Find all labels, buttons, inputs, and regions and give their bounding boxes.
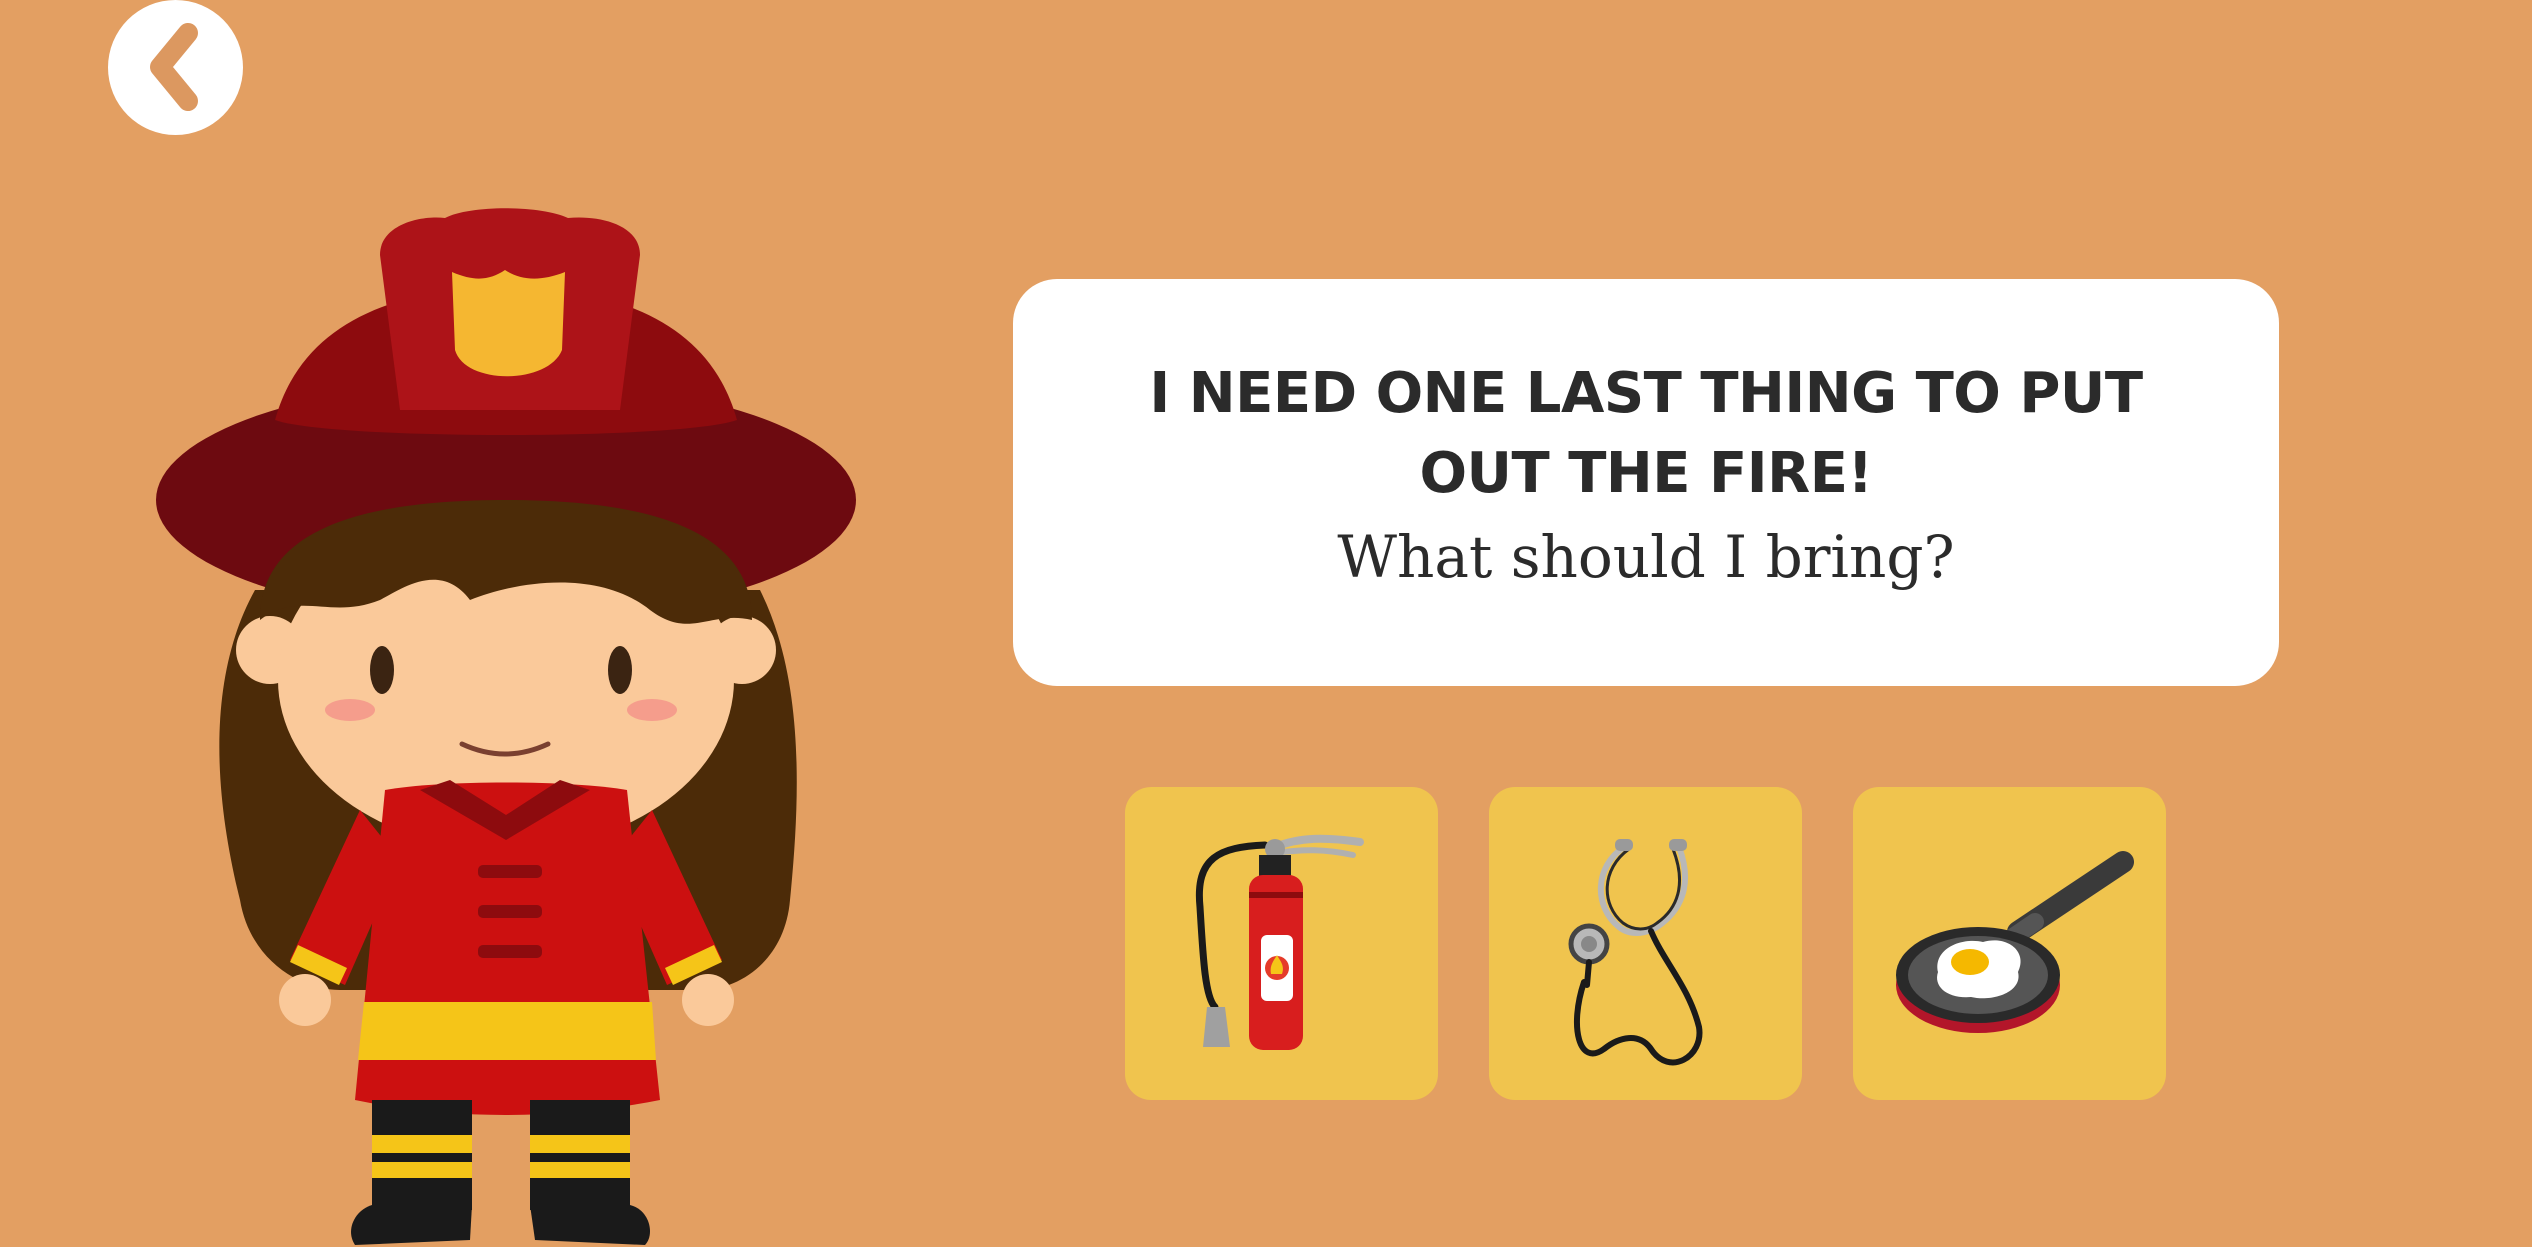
frying-pan-icon — [1896, 851, 2134, 1033]
chevron-left-icon — [150, 23, 198, 111]
fire-extinguisher-icon — [1195, 834, 1364, 1050]
game-screen: I NEED ONE LAST THING TO PUT OUT THE FIR… — [0, 0, 2532, 1247]
choice-fire-extinguisher[interactable] — [1125, 787, 1438, 1100]
choice-frying-pan[interactable] — [1853, 787, 2166, 1100]
firefighter-girl-illustration — [156, 208, 856, 1245]
prompt-box: I NEED ONE LAST THING TO PUT OUT THE FIR… — [1013, 279, 2279, 686]
prompt-heading: I NEED ONE LAST THING TO PUT OUT THE FIR… — [1149, 360, 2143, 506]
prompt-question: What should I bring? — [1337, 522, 1955, 591]
choice-stethoscope[interactable] — [1489, 787, 1802, 1100]
back-button[interactable] — [108, 0, 243, 135]
stethoscope-icon — [1568, 839, 1703, 1066]
